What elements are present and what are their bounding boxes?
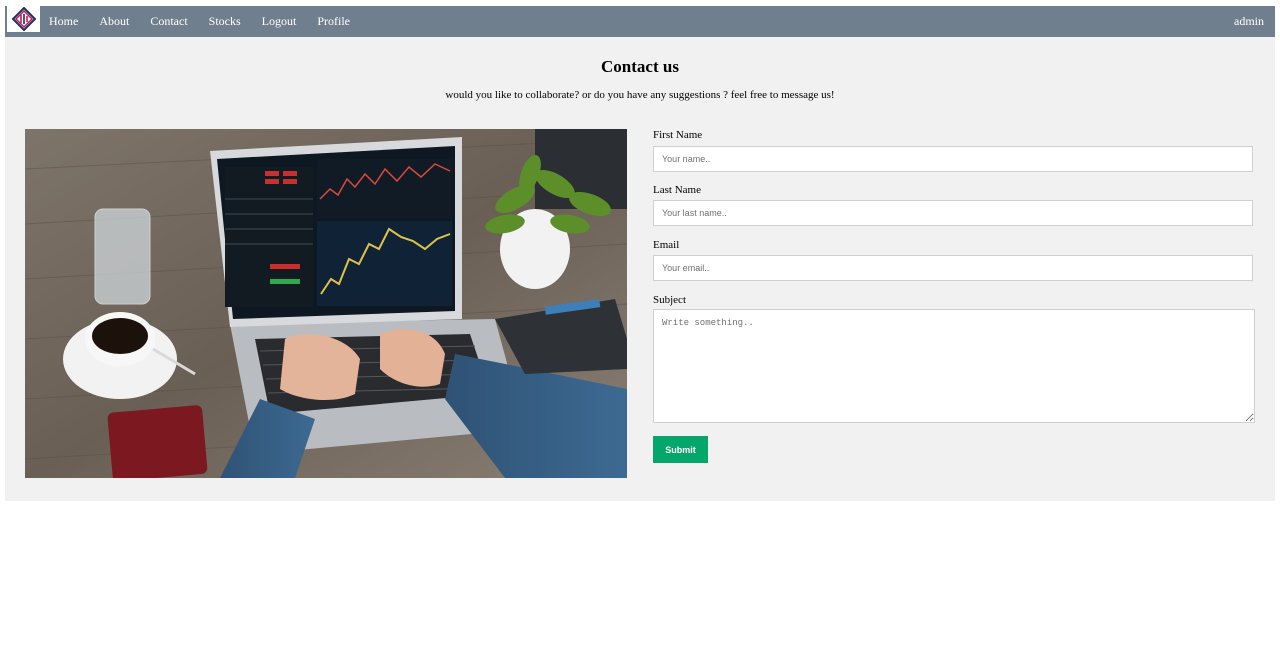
- email-label: Email: [653, 239, 680, 251]
- navbar: Home About Contact Stocks Logout Profile…: [5, 6, 1275, 37]
- nav-about-link[interactable]: About: [99, 14, 129, 29]
- subject-textarea[interactable]: [653, 309, 1255, 423]
- last-name-label: Last Name: [653, 184, 701, 196]
- page-subtitle: would you like to collaborate? or do you…: [445, 89, 835, 101]
- nav-profile-link[interactable]: Profile: [317, 14, 350, 29]
- email-input[interactable]: [653, 255, 1253, 281]
- contact-panel: Contact us would you like to collaborate…: [5, 37, 1275, 501]
- nav-stocks-link[interactable]: Stocks: [209, 14, 241, 29]
- submit-button[interactable]: Submit: [653, 436, 708, 463]
- nav-links: Home About Contact Stocks Logout Profile: [44, 6, 366, 37]
- first-name-input[interactable]: [653, 146, 1253, 172]
- trading-laptop-image: [25, 129, 627, 478]
- subject-label: Subject: [653, 294, 686, 306]
- nav-contact-link[interactable]: Contact: [150, 14, 187, 29]
- page-title: Contact us: [601, 57, 679, 76]
- brand-logo-icon[interactable]: [7, 6, 40, 32]
- last-name-input[interactable]: [653, 200, 1253, 226]
- nav-logout-link[interactable]: Logout: [262, 14, 297, 29]
- current-user-label[interactable]: admin: [1234, 6, 1264, 37]
- nav-home-link[interactable]: Home: [49, 14, 78, 29]
- first-name-label: First Name: [653, 129, 703, 141]
